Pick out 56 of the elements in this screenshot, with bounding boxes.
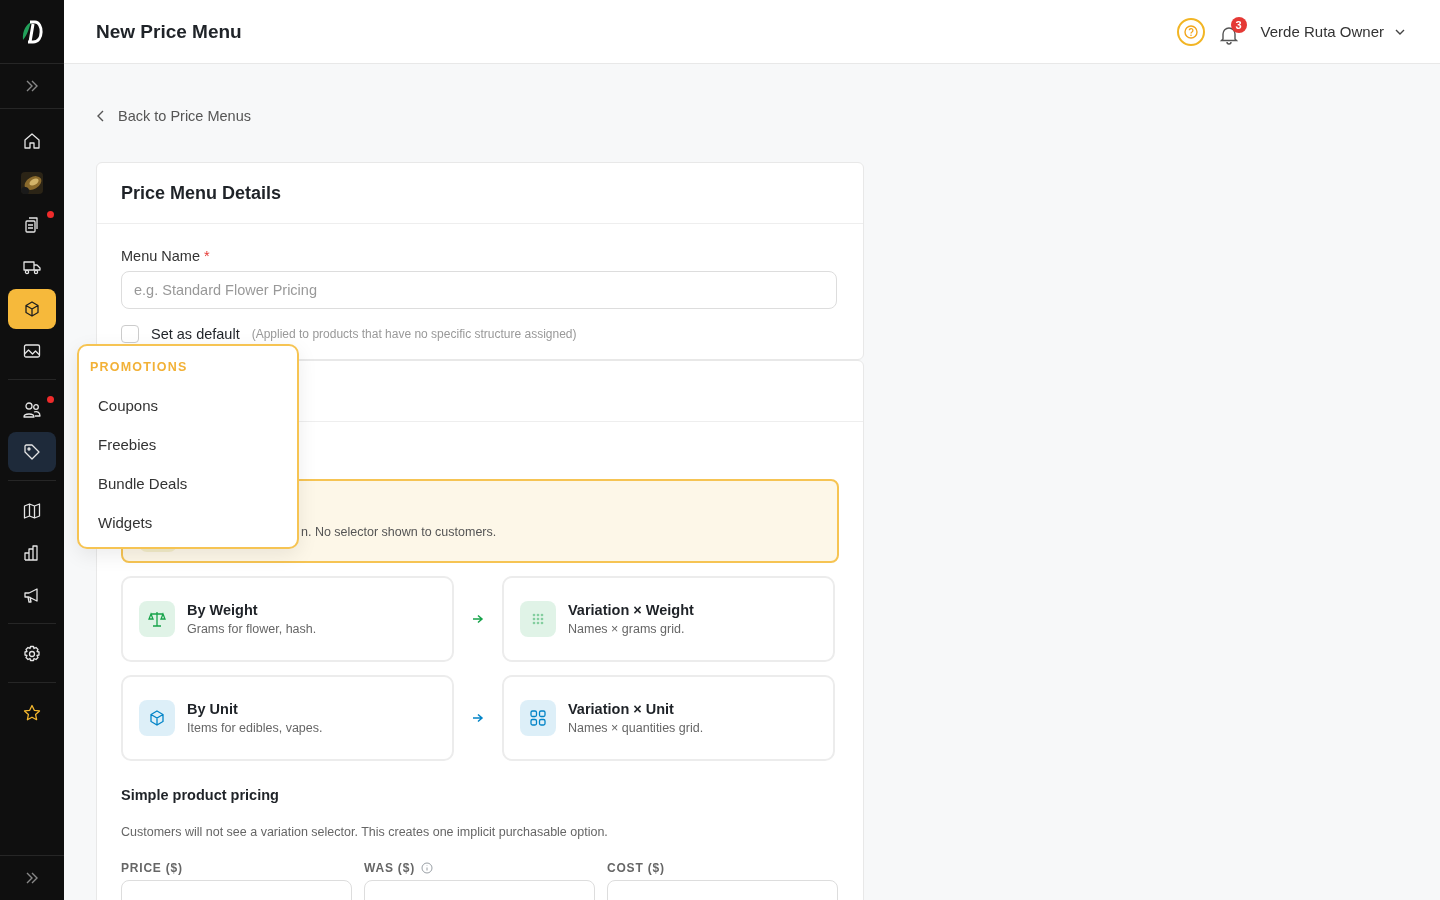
option-description: Names × quantities grid. (568, 721, 704, 735)
option-title: By Unit (187, 701, 239, 717)
arrow-icon (472, 713, 484, 723)
page-title: New Price Menu (96, 20, 242, 43)
user-menu-button[interactable]: Verde Ruta Owner (1258, 23, 1408, 40)
nav-item[interactable] (8, 432, 56, 472)
notifications-button[interactable]: 3 (1216, 16, 1247, 47)
option-description: Grams for flower, hash. (187, 622, 317, 636)
image-icon (23, 342, 41, 360)
home-icon (23, 132, 41, 150)
truck-icon (23, 258, 41, 276)
section-title: Simple product pricing (121, 787, 280, 803)
field-label: Menu Name (121, 248, 200, 264)
chevron-left-icon (96, 110, 106, 122)
menu-name-field[interactable]: e.g. Standard Flower Pricing (121, 271, 837, 309)
clipboard-icon (23, 216, 41, 234)
expand-icon[interactable] (25, 79, 39, 93)
option-description: n. No selector shown to customers. (301, 525, 497, 539)
default-checkbox[interactable] (121, 325, 139, 343)
option-description: Names × grams grid. (568, 622, 686, 636)
field-label: PRICE ($) (121, 861, 183, 875)
option-title: Variation × Weight (568, 602, 694, 618)
nav-item[interactable] (8, 289, 56, 329)
users-icon (23, 401, 41, 419)
option-card[interactable]: By Weight Grams for flower, hash. (121, 576, 454, 662)
option-card[interactable]: Variation × Unit Names × quantities grid. (502, 675, 835, 761)
notification-badge: 3 (1230, 16, 1247, 33)
required-mark: * (204, 248, 210, 264)
menu-item[interactable]: Coupons (79, 386, 297, 425)
menu-item[interactable]: Freebies (79, 425, 297, 464)
field-label: WAS ($) (364, 861, 415, 875)
arrow-icon (472, 614, 484, 624)
option-description: Items for edibles, vapes. (187, 721, 323, 735)
checkbox-hint: (Applied to products that have no specific structure assigned) (251, 327, 577, 341)
checkbox-label: Set as default (151, 326, 240, 342)
field-label: COST ($) (607, 861, 665, 875)
card-title: Price Menu Details (121, 182, 282, 204)
box-icon (23, 300, 41, 318)
star-icon (23, 704, 41, 722)
section-note: Customers will not see a variation selector. This creates one implicit purchasable option. (121, 825, 609, 839)
chart-icon (23, 544, 41, 562)
grid-icon (529, 709, 547, 727)
back-link[interactable]: Back to Price Menus (96, 108, 251, 124)
option-card[interactable]: Variation × Weight Names × grams grid. (502, 576, 835, 662)
help-icon (1183, 24, 1198, 39)
menu-heading: PROMOTIONS (89, 360, 189, 374)
scale-icon (148, 610, 166, 628)
option-card[interactable]: By Unit Items for edibles, vapes. (121, 675, 454, 761)
option-title: By Weight (187, 602, 259, 618)
expand-icon[interactable] (25, 871, 39, 885)
megaphone-icon (23, 586, 41, 604)
map-icon (23, 502, 41, 520)
option-title: Variation × Unit (568, 701, 675, 717)
gear-icon (23, 645, 41, 663)
tag-icon (23, 443, 41, 461)
cube-icon (148, 709, 166, 727)
